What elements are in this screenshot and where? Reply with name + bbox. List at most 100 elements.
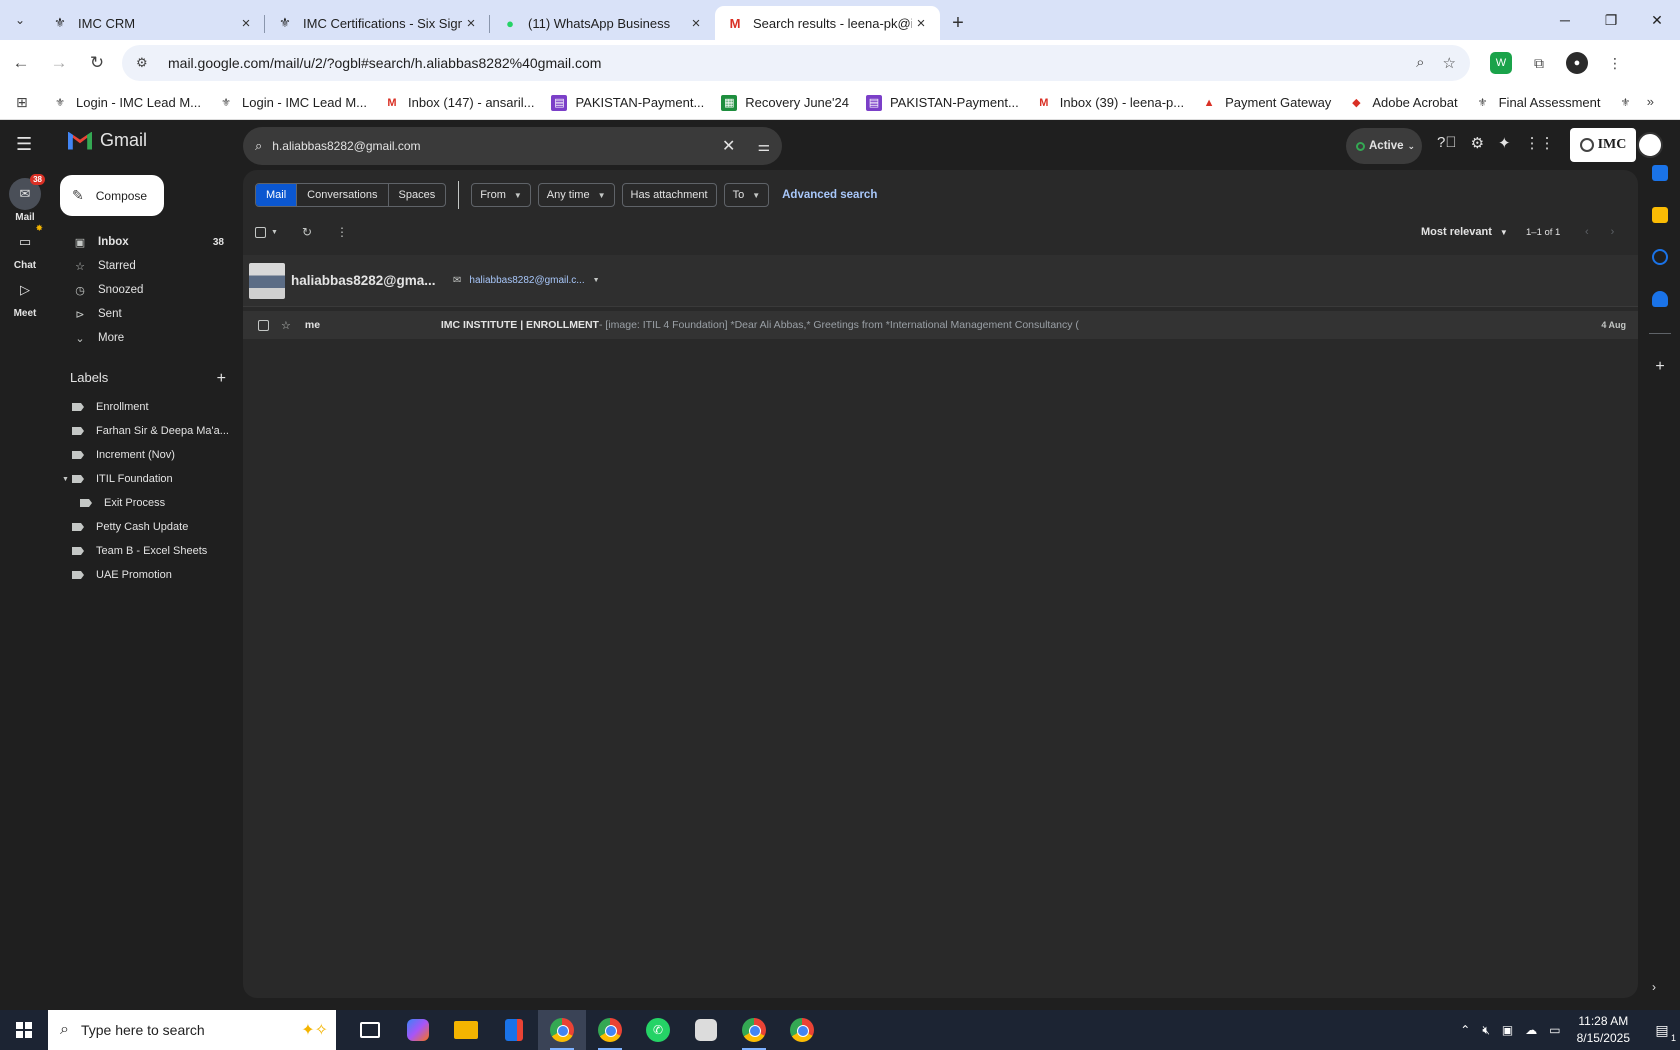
browser-tab-imc-crm[interactable]: ⚜ IMC CRM × [40, 6, 265, 40]
chrome-icon[interactable] [730, 1010, 778, 1050]
nav-item-inbox[interactable]: ▣ Inbox 38 [60, 230, 232, 254]
site-settings-icon[interactable]: ⚙ [136, 55, 156, 71]
task-view-icon[interactable] [346, 1010, 394, 1050]
sort-selector[interactable]: Most relevant ▼ [1421, 226, 1508, 238]
restore-icon[interactable]: ❐ [1588, 0, 1634, 40]
taskbar-search[interactable]: ⌕ Type here to search ✦✧ [48, 1010, 336, 1050]
bookmark-star-icon[interactable]: ☆ [1443, 54, 1456, 72]
nav-item-sent[interactable]: ⊳ Sent [60, 302, 232, 326]
search-icon[interactable]: ⌕ [255, 138, 262, 154]
taskbar-clock[interactable]: 11:28 AM 8/15/2025 [1577, 1013, 1630, 1047]
url-text[interactable]: mail.google.com/mail/u/2/?ogbl#search/h.… [168, 55, 1416, 71]
label-item[interactable]: Team B - Excel Sheets [60, 539, 235, 563]
tasks-icon[interactable] [1652, 249, 1668, 265]
segment-spaces[interactable]: Spaces [389, 184, 446, 206]
refresh-icon[interactable]: ↻ [302, 225, 312, 239]
settings-gear-icon[interactable]: ⚙ [1471, 134, 1484, 152]
forward-arrow-icon[interactable]: → [42, 46, 76, 80]
dropdown-caret-icon[interactable]: ▼ [593, 277, 600, 284]
minimize-icon[interactable]: ─ [1542, 0, 1588, 40]
profile-avatar-icon[interactable]: ● [1566, 52, 1588, 74]
compose-button[interactable]: ✎ Compose [60, 175, 164, 216]
address-bar[interactable]: ⚙ mail.google.com/mail/u/2/?ogbl#search/… [122, 45, 1470, 81]
reload-icon[interactable]: ↻ [80, 46, 114, 80]
new-tab-plus-icon[interactable]: + [940, 6, 976, 40]
close-window-icon[interactable]: ✕ [1634, 0, 1680, 40]
bookmark-item[interactable]: ▤ PAKISTAN-Payment... [865, 94, 1019, 111]
notifications-icon[interactable]: ▤ 1 [1644, 1022, 1680, 1043]
rail-item-mail[interactable]: ✉ 38 Mail [0, 174, 50, 223]
app-icon[interactable] [490, 1010, 538, 1050]
bookmark-item[interactable]: ▲ Payment Gateway [1201, 95, 1332, 111]
search-options-tune-icon[interactable]: ⚌ [757, 138, 770, 155]
tab-search-chevron-icon[interactable]: ⌄ [0, 0, 40, 40]
apps-grid-icon[interactable]: ⊞ [16, 94, 34, 111]
calendar-icon[interactable] [1652, 165, 1668, 181]
app-icon[interactable] [682, 1010, 730, 1050]
close-tab-icon[interactable]: × [462, 15, 480, 32]
start-button[interactable] [0, 1010, 48, 1050]
nav-item-more[interactable]: ⌄ More [60, 326, 232, 350]
star-icon[interactable]: ☆ [281, 319, 291, 332]
whatsapp-icon[interactable]: ✆ [634, 1010, 682, 1050]
back-arrow-icon[interactable]: ← [4, 46, 38, 80]
volume-muted-icon[interactable]: 🔇︎ [1482, 1023, 1490, 1038]
copilot-icon[interactable] [394, 1010, 442, 1050]
show-hidden-icons-chevron-icon[interactable]: ⌃ [1460, 1023, 1470, 1037]
organization-logo[interactable]: IMC [1570, 128, 1636, 162]
bookmark-item[interactable]: ◆ Adobe Acrobat [1348, 95, 1458, 111]
label-item[interactable]: Exit Process [60, 491, 235, 515]
filter-chip-has-attachment[interactable]: Has attachment [621, 183, 717, 207]
search-input[interactable]: h.aliabbas8282@gmail.com [272, 139, 722, 153]
previous-page-chevron-icon[interactable]: ‹ [1585, 226, 1589, 238]
nav-item-snoozed[interactable]: ◷ Snoozed [60, 278, 232, 302]
show-side-panel-chevron-icon[interactable]: › [1652, 980, 1656, 994]
keep-icon[interactable] [1652, 207, 1668, 223]
chrome-icon[interactable] [778, 1010, 826, 1050]
status-selector[interactable]: Active ⌄ [1346, 128, 1422, 164]
whatsapp-extension-icon[interactable]: W [1490, 52, 1512, 74]
get-addons-plus-icon[interactable]: + [1640, 358, 1680, 376]
contact-result-card[interactable]: haliabbas8282@gma... ✉ haliabbas8282@gma… [243, 255, 1638, 307]
filter-chip-any-time[interactable]: Any time ▼ [537, 183, 615, 207]
meet-now-icon[interactable]: ▣ [1502, 1023, 1513, 1037]
bookmark-item[interactable]: ⚜ Final Assessment [1475, 95, 1601, 111]
browser-tab-whatsapp[interactable]: ● (11) WhatsApp Business × [490, 6, 715, 40]
google-apps-grid-icon[interactable]: ⋮⋮ [1525, 134, 1555, 152]
next-page-chevron-icon[interactable]: › [1611, 226, 1615, 238]
label-item[interactable]: Enrollment [60, 395, 235, 419]
browser-menu-kebab-icon[interactable]: ⋮ [1604, 52, 1626, 74]
more-options-kebab-icon[interactable]: ⋮ [336, 225, 348, 239]
account-avatar[interactable] [1637, 132, 1663, 158]
label-item[interactable]: Increment (Nov) [60, 443, 235, 467]
filter-chip-to[interactable]: To ▼ [723, 183, 770, 207]
expand-caret-icon[interactable]: ▼ [62, 476, 69, 483]
extensions-puzzle-icon[interactable]: ⧉ [1528, 52, 1550, 74]
gemini-sparkle-icon[interactable]: ✦ [1498, 134, 1511, 152]
browser-tab-imc-certifications[interactable]: ⚜ IMC Certifications - Six Sigma G × [265, 6, 490, 40]
file-explorer-folder-icon[interactable] [442, 1010, 490, 1050]
contacts-icon[interactable] [1652, 291, 1668, 307]
label-item[interactable]: Petty Cash Update [60, 515, 235, 539]
network-icon[interactable]: ▭ [1549, 1023, 1560, 1037]
chrome-icon[interactable] [538, 1010, 586, 1050]
message-row[interactable]: ☆ me IMC INSTITUTE | ENROLLMENT - [image… [243, 311, 1638, 339]
rail-item-meet[interactable]: ▷ Meet [0, 274, 50, 319]
close-tab-icon[interactable]: × [687, 15, 705, 32]
rail-item-chat[interactable]: ▭ ✸ Chat [0, 223, 50, 271]
segment-conversations[interactable]: Conversations [297, 184, 389, 206]
gmail-logo[interactable]: Gmail [68, 130, 147, 151]
bookmark-item[interactable]: ▤ PAKISTAN-Payment... [551, 94, 704, 111]
select-all-checkbox[interactable] [255, 226, 266, 238]
filter-chip-from[interactable]: From ▼ [471, 183, 531, 207]
bookmark-item[interactable]: M Inbox (39) - leena-p... [1036, 95, 1184, 111]
create-label-plus-icon[interactable]: + [217, 370, 226, 388]
row-checkbox[interactable] [258, 319, 269, 331]
label-item[interactable]: Farhan Sir & Deepa Ma'a... [60, 419, 235, 443]
nav-item-starred[interactable]: ☆ Starred [60, 254, 232, 278]
main-menu-hamburger-icon[interactable]: ☰ [16, 134, 32, 155]
clear-search-icon[interactable]: ✕ [722, 136, 735, 156]
browser-tab-gmail-search[interactable]: M Search results - leena-pk@imcc × [715, 6, 940, 40]
bookmarks-overflow-chevron-icon[interactable]: » [1647, 94, 1654, 109]
chrome-icon[interactable] [586, 1010, 634, 1050]
